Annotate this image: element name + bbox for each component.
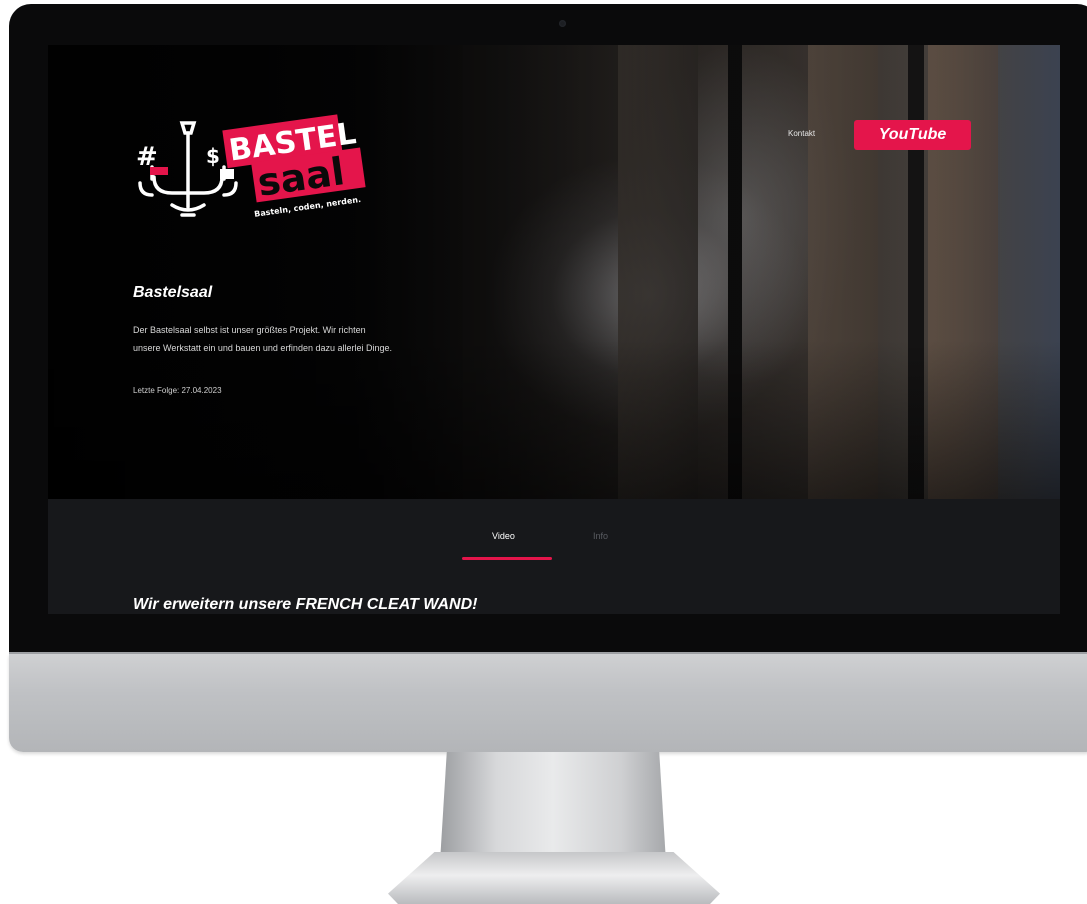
tab-video[interactable]: Video	[492, 531, 515, 541]
dollar-icon: $	[206, 144, 220, 168]
logo-accent-bar	[150, 167, 168, 175]
monitor-stand-base	[388, 852, 720, 904]
hero-title: Bastelsaal	[133, 284, 213, 301]
camera-icon	[559, 20, 566, 27]
bastelsaal-logo[interactable]: # $ BASTEL saal Basteln, coden, nerden.	[132, 107, 372, 227]
nav-link-contact[interactable]: Kontakt	[788, 129, 815, 138]
episode-title: Wir erweitern unsere FRENCH CLEAT WAND!	[133, 596, 478, 613]
youtube-button[interactable]: YouTube	[854, 120, 971, 150]
monitor-stand	[440, 752, 666, 862]
monitor-chin	[9, 654, 1087, 752]
hero-section: # $ BASTEL saal Basteln, coden, nerden. …	[48, 45, 1060, 499]
website-screen: # $ BASTEL saal Basteln, coden, nerden. …	[48, 45, 1060, 614]
last-episode-date: Letzte Folge: 27.04.2023	[133, 386, 222, 395]
hero-description: Der Bastelsaal selbst ist unser größtes …	[133, 325, 393, 353]
logo-accent-box	[220, 169, 234, 179]
tab-info[interactable]: Info	[593, 531, 608, 541]
logo-wordmark: BASTEL saal Basteln, coden, nerden.	[222, 114, 366, 219]
monitor-mockup: # $ BASTEL saal Basteln, coden, nerden. …	[0, 0, 1087, 904]
content-tabs: Video Info Wir erweitern unsere FRENCH C…	[48, 499, 1060, 614]
active-tab-indicator	[462, 557, 552, 560]
